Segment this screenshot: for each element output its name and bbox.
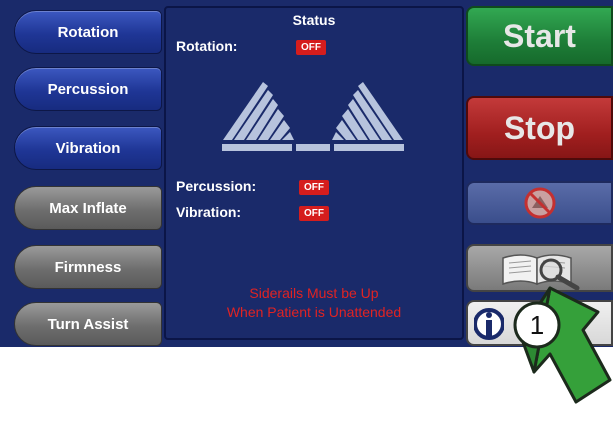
turn-assist-button-label: Turn Assist xyxy=(47,315,129,333)
percussion-button-label: Percussion xyxy=(47,80,129,98)
start-button[interactable]: Start xyxy=(466,6,613,66)
percussion-status-badge: OFF xyxy=(299,180,329,195)
callout-arrow: 1 xyxy=(513,286,612,404)
rotation-button[interactable]: Rotation xyxy=(14,10,162,54)
stop-button[interactable]: Stop xyxy=(466,96,613,160)
stop-button-label: Stop xyxy=(503,109,576,146)
vibration-status-badge: OFF xyxy=(299,206,329,221)
rotation-status-label: Rotation: xyxy=(176,38,238,54)
turn-assist-button[interactable]: Turn Assist xyxy=(14,302,162,346)
status-title: Status xyxy=(292,12,336,28)
siderail-warning-line1: Siderails Must be Up xyxy=(249,285,379,301)
start-button-label: Start xyxy=(503,17,576,54)
rotation-button-label: Rotation xyxy=(57,23,119,41)
rotation-bed-icon xyxy=(222,82,404,151)
status-panel: Status Rotation: OFF Percussion: OFF Vib… xyxy=(164,6,464,340)
firmness-button[interactable]: Firmness xyxy=(14,245,162,289)
percussion-status-label: Percussion: xyxy=(176,178,257,194)
percussion-button[interactable]: Percussion xyxy=(14,67,162,111)
vibration-status-label: Vibration: xyxy=(176,204,242,220)
no-tilt-icon xyxy=(524,187,555,219)
vibration-button[interactable]: Vibration xyxy=(14,126,162,170)
max-inflate-button-label: Max Inflate xyxy=(49,199,127,217)
callout-number: 1 xyxy=(530,310,544,340)
vibration-button-label: Vibration xyxy=(55,139,121,157)
rotation-status-badge: OFF xyxy=(296,40,326,55)
firmness-button-label: Firmness xyxy=(54,258,122,276)
max-inflate-button[interactable]: Max Inflate xyxy=(14,186,162,230)
no-tilt-button[interactable] xyxy=(466,181,613,225)
siderail-warning-line2: When Patient is Unattended xyxy=(226,304,402,320)
